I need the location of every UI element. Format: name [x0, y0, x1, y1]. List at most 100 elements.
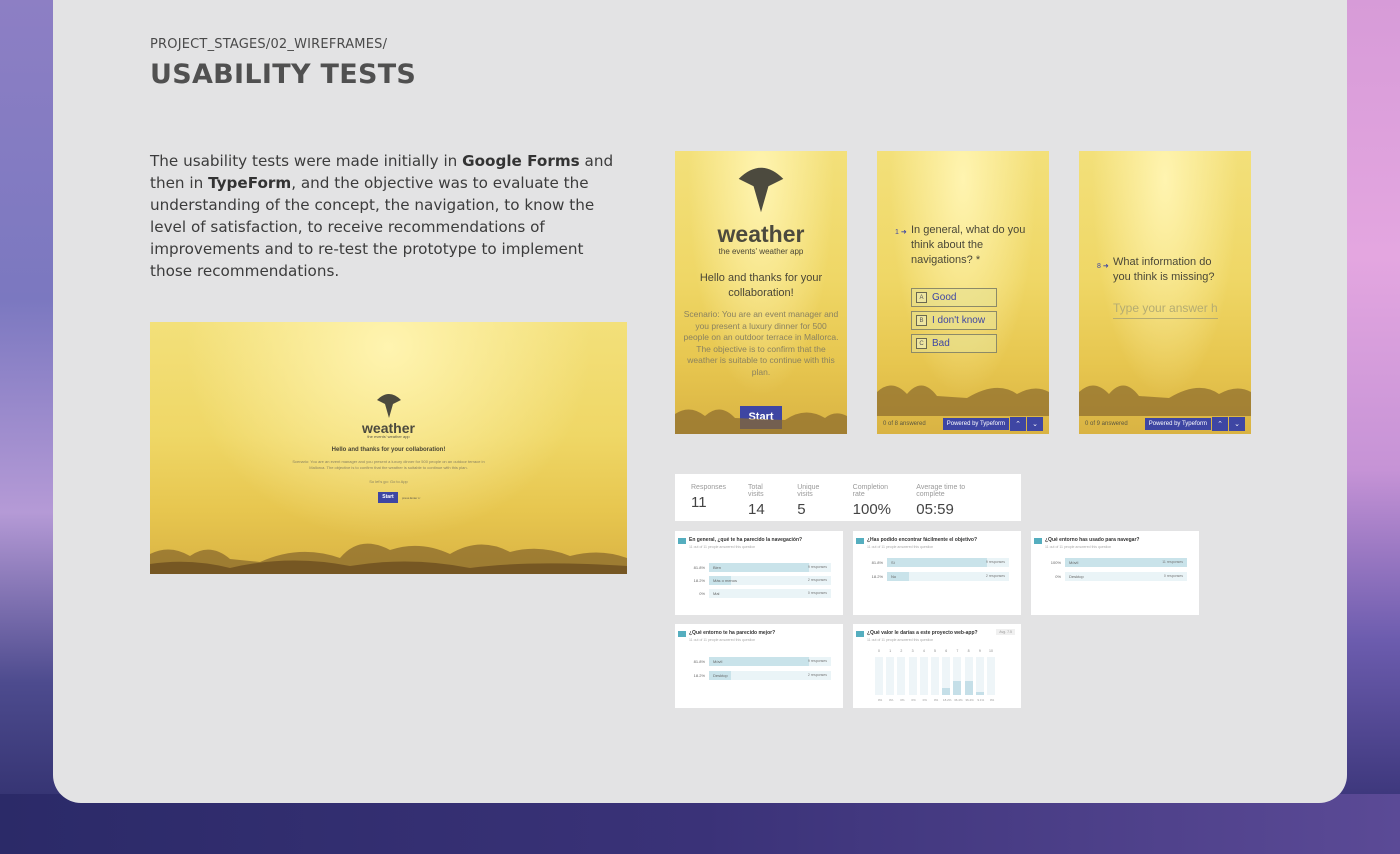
tree-silhouette	[1079, 385, 1251, 416]
rating-column: 1 0%	[886, 649, 895, 702]
rating-percent-label: 18.2%	[942, 698, 952, 702]
result-row: 0% Mal 0 responses	[683, 589, 831, 598]
chevron-down-icon[interactable]: ⌄	[1229, 417, 1245, 431]
question-text: What information do you think is missing…	[1113, 256, 1215, 283]
result-bar: Móvil 9 responses	[709, 657, 831, 666]
result-row: 18.2% Más o menos 2 responses	[683, 576, 831, 585]
choice-key: B	[916, 315, 927, 326]
rating-value-label: 4	[922, 649, 925, 653]
result-percent: 18.2%	[693, 578, 705, 583]
rating-column-fill	[964, 681, 973, 695]
logo-tagline: the events' weather app	[718, 247, 804, 256]
result-response-count: 2 responses	[985, 574, 1005, 578]
result-card-rating: ¿Qué valor le darías a este proyecto web…	[853, 624, 1021, 708]
result-bar: Desktop 0 responses	[1065, 572, 1187, 581]
description-text: The usability tests were made initially …	[150, 150, 620, 282]
stat-responses: Responses 11	[691, 484, 726, 521]
go-to-app-link[interactable]: So let's go: Go to App	[150, 479, 627, 484]
chevron-up-icon[interactable]: ⌃	[1010, 417, 1026, 431]
rating-value-label: 6	[945, 649, 948, 653]
result-response-count: 2 responses	[807, 673, 827, 677]
stat-label: Completion rate	[852, 484, 889, 498]
stat-value: 5	[797, 501, 806, 518]
question-text: In general, what do you think about the …	[911, 224, 1026, 266]
choice-good[interactable]: A Good	[911, 288, 997, 307]
result-response-count: 9 responses	[807, 659, 827, 663]
result-bar-fill	[709, 563, 810, 572]
phone-question-navigation: 1 ➜ In general, what do you think about …	[877, 151, 1049, 434]
rating-value-label: 2	[900, 649, 903, 653]
stat-value: 05:59	[916, 501, 954, 518]
chevron-up-icon[interactable]: ⌃	[1212, 417, 1228, 431]
rating-value-label: 3	[911, 649, 914, 653]
result-bar-fill	[887, 558, 988, 567]
result-question: En general, ¿qué te ha parecido la naveg…	[689, 537, 803, 543]
content-card: PROJECT_STAGES/02_WIREFRAMES/ USABILITY …	[53, 0, 1347, 803]
result-card-environment-used: ¿Qué entorno has usado para navegar? 11 o…	[1031, 531, 1199, 615]
result-subtitle: 11 out of 11 people answered this questi…	[1045, 545, 1112, 549]
powered-by-badge[interactable]: Powered by Typeform	[1144, 418, 1211, 430]
rating-value-label: 0	[878, 649, 880, 653]
background-bottom	[0, 794, 1400, 854]
choice-bad[interactable]: C Bad	[911, 334, 997, 353]
stat-completion-rate: Completion rate 100%	[853, 484, 895, 521]
result-response-count: 0 responses	[807, 591, 827, 595]
result-option-label: Sí	[891, 560, 895, 565]
result-percent: 0%	[1055, 574, 1061, 579]
result-row: 18.2% No 2 responses	[861, 572, 1009, 581]
rating-column: 4 0%	[919, 649, 928, 702]
result-percent: 81.8%	[693, 659, 705, 664]
result-card-navigation: En general, ¿qué te ha parecido la naveg…	[675, 531, 843, 615]
result-bar: Móvil 11 responses	[1065, 558, 1187, 567]
rating-percent-label: 9.1%	[977, 698, 985, 702]
result-bar-fill	[709, 657, 810, 666]
result-subtitle: 11 out of 11 people answered this questi…	[689, 638, 756, 642]
stat-label: Unique visits	[797, 484, 820, 498]
result-bar: No 2 responses	[887, 572, 1009, 581]
tree-silhouette	[150, 543, 627, 574]
enter-hint: press Enter ↵	[402, 496, 421, 500]
typeform-label: TypeForm	[208, 174, 292, 192]
greeting-text: Hello and thanks for your collaboration!	[331, 447, 446, 453]
page-title: USABILITY TESTS	[150, 59, 417, 90]
rating-percent-label: 36.4%	[954, 698, 963, 702]
rating-percent-label: 0%	[877, 698, 883, 702]
stat-label: Average time to complete	[916, 484, 966, 498]
rating-column: 9 9.1%	[975, 649, 984, 702]
result-row: 81.8% Bien 9 responses	[683, 563, 831, 572]
answer-input[interactable]: Type your answer h	[1113, 301, 1218, 319]
average-badge: Avg. 7.5	[996, 629, 1015, 635]
rating-column-fill	[975, 691, 984, 695]
rating-column-fill	[942, 688, 951, 695]
question-tag	[678, 631, 686, 637]
scenario-text: Scenario: You are an event manager and y…	[683, 309, 839, 377]
rating-percent-label: 36.4%	[965, 698, 974, 702]
stat-label: Responses	[691, 484, 727, 491]
result-option-label: Móvil	[713, 659, 723, 664]
rating-column: 6 18.2%	[942, 649, 951, 702]
question-tag	[856, 631, 864, 637]
logo-wordmark: weather	[717, 221, 805, 247]
typeform-footer: 0 of 9 answered Powered by Typeform ⌃ ⌄	[1079, 414, 1251, 434]
result-response-count: 9 responses	[985, 560, 1005, 564]
powered-by-badge[interactable]: Powered by Typeform	[942, 418, 1009, 430]
result-row: 81.8% Sí 9 responses	[861, 558, 1009, 567]
chevron-down-icon[interactable]: ⌄	[1027, 417, 1043, 431]
start-button[interactable]: Start	[378, 492, 398, 503]
weather-logo-icon	[738, 167, 784, 213]
background-right	[1340, 0, 1400, 854]
result-row: 81.8% Móvil 9 responses	[683, 657, 831, 666]
rating-value-label: 7	[956, 649, 959, 653]
result-subtitle: 11 out of 11 people answered this questi…	[867, 545, 934, 549]
result-option-label: Móvil	[1069, 560, 1079, 565]
typeform-stats-summary: Responses 11 Total visits 14 Unique visits…	[675, 474, 1021, 521]
result-option-label: Desktop	[713, 673, 728, 678]
result-card-environment-preferred: ¿Qué entorno te ha parecido mejor? 11 out…	[675, 624, 843, 708]
rating-column: 2 0%	[897, 649, 906, 702]
stat-unique-visits: Unique visits 5	[797, 484, 830, 521]
choice-key: A	[916, 292, 927, 303]
choice-dont-know[interactable]: B I don't know	[911, 311, 997, 330]
rating-column: 10 0%	[987, 649, 995, 702]
description-part-1: The usability tests were made initially …	[150, 152, 463, 170]
result-option-label: Bien	[713, 565, 722, 570]
